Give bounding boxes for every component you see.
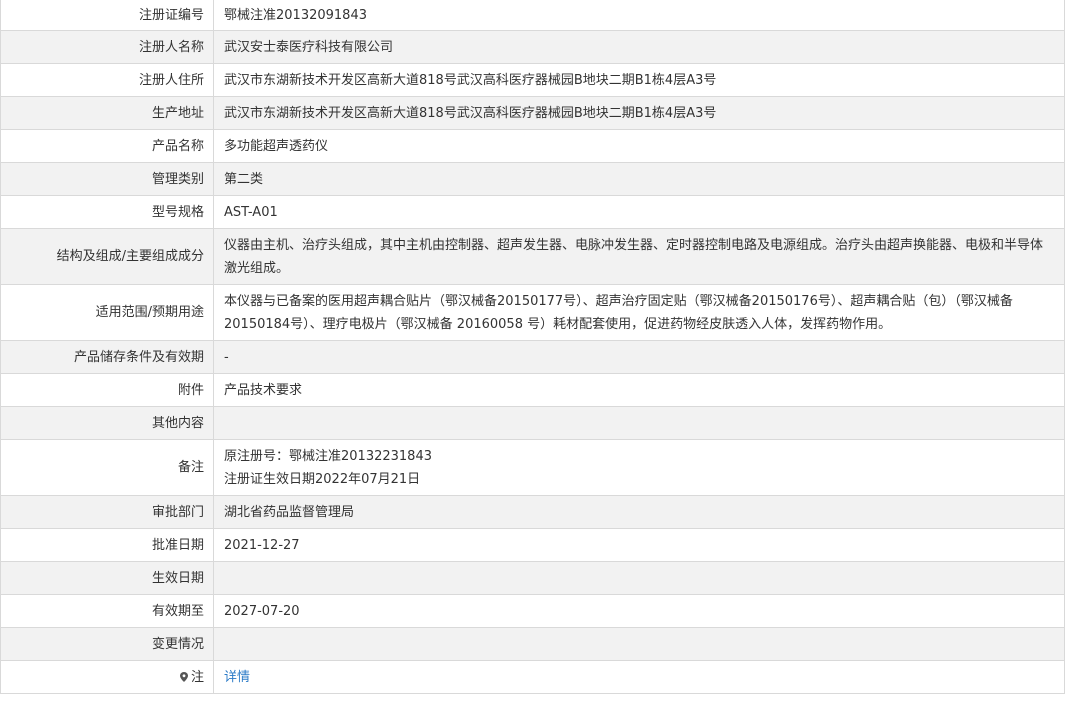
label-effective-date: 生效日期 (0, 561, 214, 595)
row-remarks: 备注 原注册号：鄂械注准20132231843 注册证生效日期2022年07月2… (0, 439, 1065, 496)
row-effective-date: 生效日期 (0, 561, 1065, 595)
row-attachment: 附件 产品技术要求 (0, 373, 1065, 407)
value-registration-number: 鄂械注准20132091843 (213, 0, 1065, 31)
label-note: 注 (190, 669, 204, 685)
label-registrant-address: 注册人住所 (0, 63, 214, 97)
label-production-address: 生产地址 (0, 96, 214, 130)
label-registration-number: 注册证编号 (0, 0, 214, 31)
registration-record-table: 注册证编号 鄂械注准20132091843 注册人名称 武汉安士泰医疗科技有限公… (0, 0, 1065, 694)
value-change-status (213, 627, 1065, 661)
row-intended-use: 适用范围/预期用途 本仪器与已备案的医用超声耦合贴片（鄂汉械备20150177号… (0, 284, 1065, 341)
label-structure-composition: 结构及组成/主要组成成分 (0, 228, 214, 285)
label-registrant-name: 注册人名称 (0, 30, 214, 64)
value-other-content (213, 406, 1065, 440)
row-change-status: 变更情况 (0, 627, 1065, 661)
map-pin-icon (179, 671, 188, 682)
row-product-name: 产品名称 多功能超声透药仪 (0, 129, 1065, 163)
value-management-class: 第二类 (213, 162, 1065, 196)
value-registrant-name: 武汉安士泰医疗科技有限公司 (213, 30, 1065, 64)
value-remarks: 原注册号：鄂械注准20132231843 注册证生效日期2022年07月21日 (213, 439, 1065, 496)
value-effective-date (213, 561, 1065, 595)
remarks-effective-date: 注册证生效日期2022年07月21日 (224, 471, 421, 487)
value-storage-validity: - (213, 340, 1065, 374)
value-product-name: 多功能超声透药仪 (213, 129, 1065, 163)
value-structure-composition: 仪器由主机、治疗头组成，其中主机由控制器、超声发生器、电脉冲发生器、定时器控制电… (213, 228, 1065, 285)
row-registrant-address: 注册人住所 武汉市东湖新技术开发区高新大道818号武汉高科医疗器械园B地块二期B… (0, 63, 1065, 97)
value-model-spec: AST-A01 (213, 195, 1065, 229)
label-storage-validity: 产品储存条件及有效期 (0, 340, 214, 374)
row-approval-department: 审批部门 湖北省药品监督管理局 (0, 495, 1065, 529)
row-valid-until: 有效期至 2027-07-20 (0, 594, 1065, 628)
details-link[interactable]: 详情 (224, 670, 250, 685)
label-other-content: 其他内容 (0, 406, 214, 440)
row-approval-date: 批准日期 2021-12-27 (0, 528, 1065, 562)
row-production-address: 生产地址 武汉市东湖新技术开发区高新大道818号武汉高科医疗器械园B地块二期B1… (0, 96, 1065, 130)
label-change-status: 变更情况 (0, 627, 214, 661)
label-model-spec: 型号规格 (0, 195, 214, 229)
value-valid-until: 2027-07-20 (213, 594, 1065, 628)
label-intended-use: 适用范围/预期用途 (0, 284, 214, 341)
label-approval-department: 审批部门 (0, 495, 214, 529)
value-registrant-address: 武汉市东湖新技术开发区高新大道818号武汉高科医疗器械园B地块二期B1栋4层A3… (213, 63, 1065, 97)
row-other-content: 其他内容 (0, 406, 1065, 440)
row-management-class: 管理类别 第二类 (0, 162, 1065, 196)
label-valid-until: 有效期至 (0, 594, 214, 628)
row-registration-number: 注册证编号 鄂械注准20132091843 (0, 0, 1065, 31)
label-approval-date: 批准日期 (0, 528, 214, 562)
row-registrant-name: 注册人名称 武汉安士泰医疗科技有限公司 (0, 30, 1065, 64)
row-note: 注 详情 (0, 660, 1065, 694)
remarks-original-number: 原注册号：鄂械注准20132231843 (224, 448, 432, 464)
value-intended-use: 本仪器与已备案的医用超声耦合贴片（鄂汉械备20150177号）、超声治疗固定贴（… (213, 284, 1065, 341)
label-attachment: 附件 (0, 373, 214, 407)
label-product-name: 产品名称 (0, 129, 214, 163)
value-note-cell: 详情 (213, 660, 1065, 694)
value-approval-department: 湖北省药品监督管理局 (213, 495, 1065, 529)
label-management-class: 管理类别 (0, 162, 214, 196)
row-structure-composition: 结构及组成/主要组成成分 仪器由主机、治疗头组成，其中主机由控制器、超声发生器、… (0, 228, 1065, 285)
label-note-cell: 注 (0, 660, 214, 694)
label-remarks: 备注 (0, 439, 214, 496)
value-production-address: 武汉市东湖新技术开发区高新大道818号武汉高科医疗器械园B地块二期B1栋4层A3… (213, 96, 1065, 130)
value-attachment: 产品技术要求 (213, 373, 1065, 407)
row-storage-validity: 产品储存条件及有效期 - (0, 340, 1065, 374)
row-model-spec: 型号规格 AST-A01 (0, 195, 1065, 229)
value-approval-date: 2021-12-27 (213, 528, 1065, 562)
